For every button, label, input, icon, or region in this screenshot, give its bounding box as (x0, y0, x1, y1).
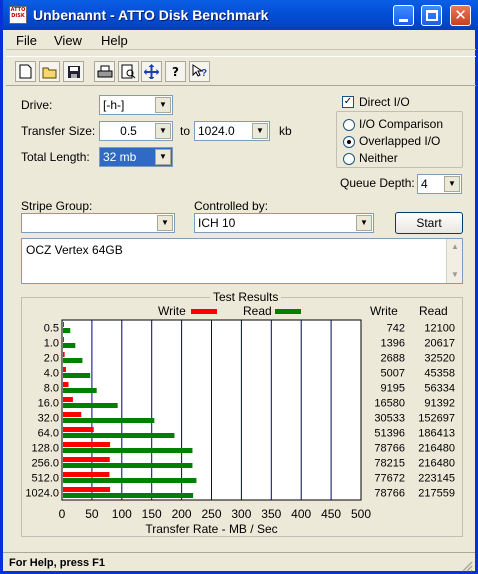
write-bar (63, 457, 110, 462)
read-value: 216480 (418, 443, 455, 455)
write-value: 2688 (381, 353, 405, 365)
x-tick-label: 350 (261, 507, 281, 521)
x-axis-label: Transfer Rate - MB / Sec (145, 522, 277, 536)
read-bar (63, 448, 193, 453)
read-value: 12100 (424, 323, 455, 335)
read-value: 152697 (418, 413, 455, 425)
category-label: 2.0 (44, 353, 59, 365)
write-value: 77672 (374, 473, 405, 485)
read-bar (63, 478, 197, 483)
write-value: 51396 (374, 428, 405, 440)
read-value: 20617 (424, 338, 455, 350)
status-bar: For Help, press F1 (3, 552, 475, 574)
write-value: 30533 (374, 413, 405, 425)
category-label: 0.5 (44, 323, 59, 335)
read-value: 217559 (418, 488, 455, 500)
read-value: 32520 (424, 353, 455, 365)
x-tick-label: 0 (59, 507, 66, 521)
category-label: 512.0 (31, 473, 59, 485)
read-bar (63, 328, 71, 333)
write-value: 1396 (381, 338, 405, 350)
read-bar (63, 343, 76, 348)
write-value: 5007 (381, 368, 405, 380)
read-bar (63, 358, 83, 363)
x-tick-label: 400 (291, 507, 311, 521)
read-value: 91392 (424, 398, 455, 410)
write-bar (63, 352, 65, 357)
category-label: 4.0 (44, 368, 59, 380)
category-label: 128.0 (31, 443, 59, 455)
read-bar (63, 463, 193, 468)
read-bar (63, 493, 194, 498)
read-bar (63, 433, 175, 438)
write-bar (63, 487, 111, 492)
write-bar (63, 322, 64, 327)
read-value: 223145 (418, 473, 455, 485)
x-tick-label: 500 (351, 507, 371, 521)
write-value: 742 (387, 323, 405, 335)
read-value: 216480 (418, 458, 455, 470)
write-bar (63, 367, 66, 372)
category-label: 1024.0 (25, 488, 59, 500)
write-bar (63, 412, 82, 417)
x-tick-label: 100 (112, 507, 132, 521)
category-label: 32.0 (38, 413, 59, 425)
resize-grip-icon[interactable] (461, 560, 473, 572)
write-bar (63, 427, 94, 432)
read-bar (63, 388, 97, 393)
write-value: 16580 (374, 398, 405, 410)
read-bar (63, 418, 155, 423)
category-label: 64.0 (38, 428, 59, 440)
transfer-rate-chart: 0 50 100 150 200 250 300 350 400 450 500 Transfer R… (25, 319, 455, 536)
category-label: 8.0 (44, 383, 59, 395)
read-value: 45358 (424, 368, 455, 380)
read-bar (63, 373, 91, 378)
x-tick-label: 150 (142, 507, 162, 521)
read-value: 186413 (418, 428, 455, 440)
category-label: 16.0 (38, 398, 59, 410)
x-tick-label: 250 (201, 507, 221, 521)
write-bar (63, 472, 110, 477)
x-tick-label: 50 (85, 507, 99, 521)
x-tick-label: 450 (321, 507, 341, 521)
write-bar (63, 382, 69, 387)
write-bar (63, 337, 64, 342)
status-text: For Help, press F1 (9, 557, 105, 569)
read-bar (63, 403, 118, 408)
write-value: 78766 (374, 488, 405, 500)
write-value: 78766 (374, 443, 405, 455)
category-label: 256.0 (31, 458, 59, 470)
x-tick-label: 200 (172, 507, 192, 521)
read-value: 56334 (424, 383, 455, 395)
write-bar (63, 397, 73, 402)
x-tick-label: 300 (231, 507, 251, 521)
write-bar (63, 442, 111, 447)
write-value: 78215 (374, 458, 405, 470)
write-value: 9195 (381, 383, 405, 395)
category-label: 1.0 (44, 338, 59, 350)
app-window: ATTO DISK Unbenannt - ATTO Disk Benchmar… (0, 0, 478, 574)
